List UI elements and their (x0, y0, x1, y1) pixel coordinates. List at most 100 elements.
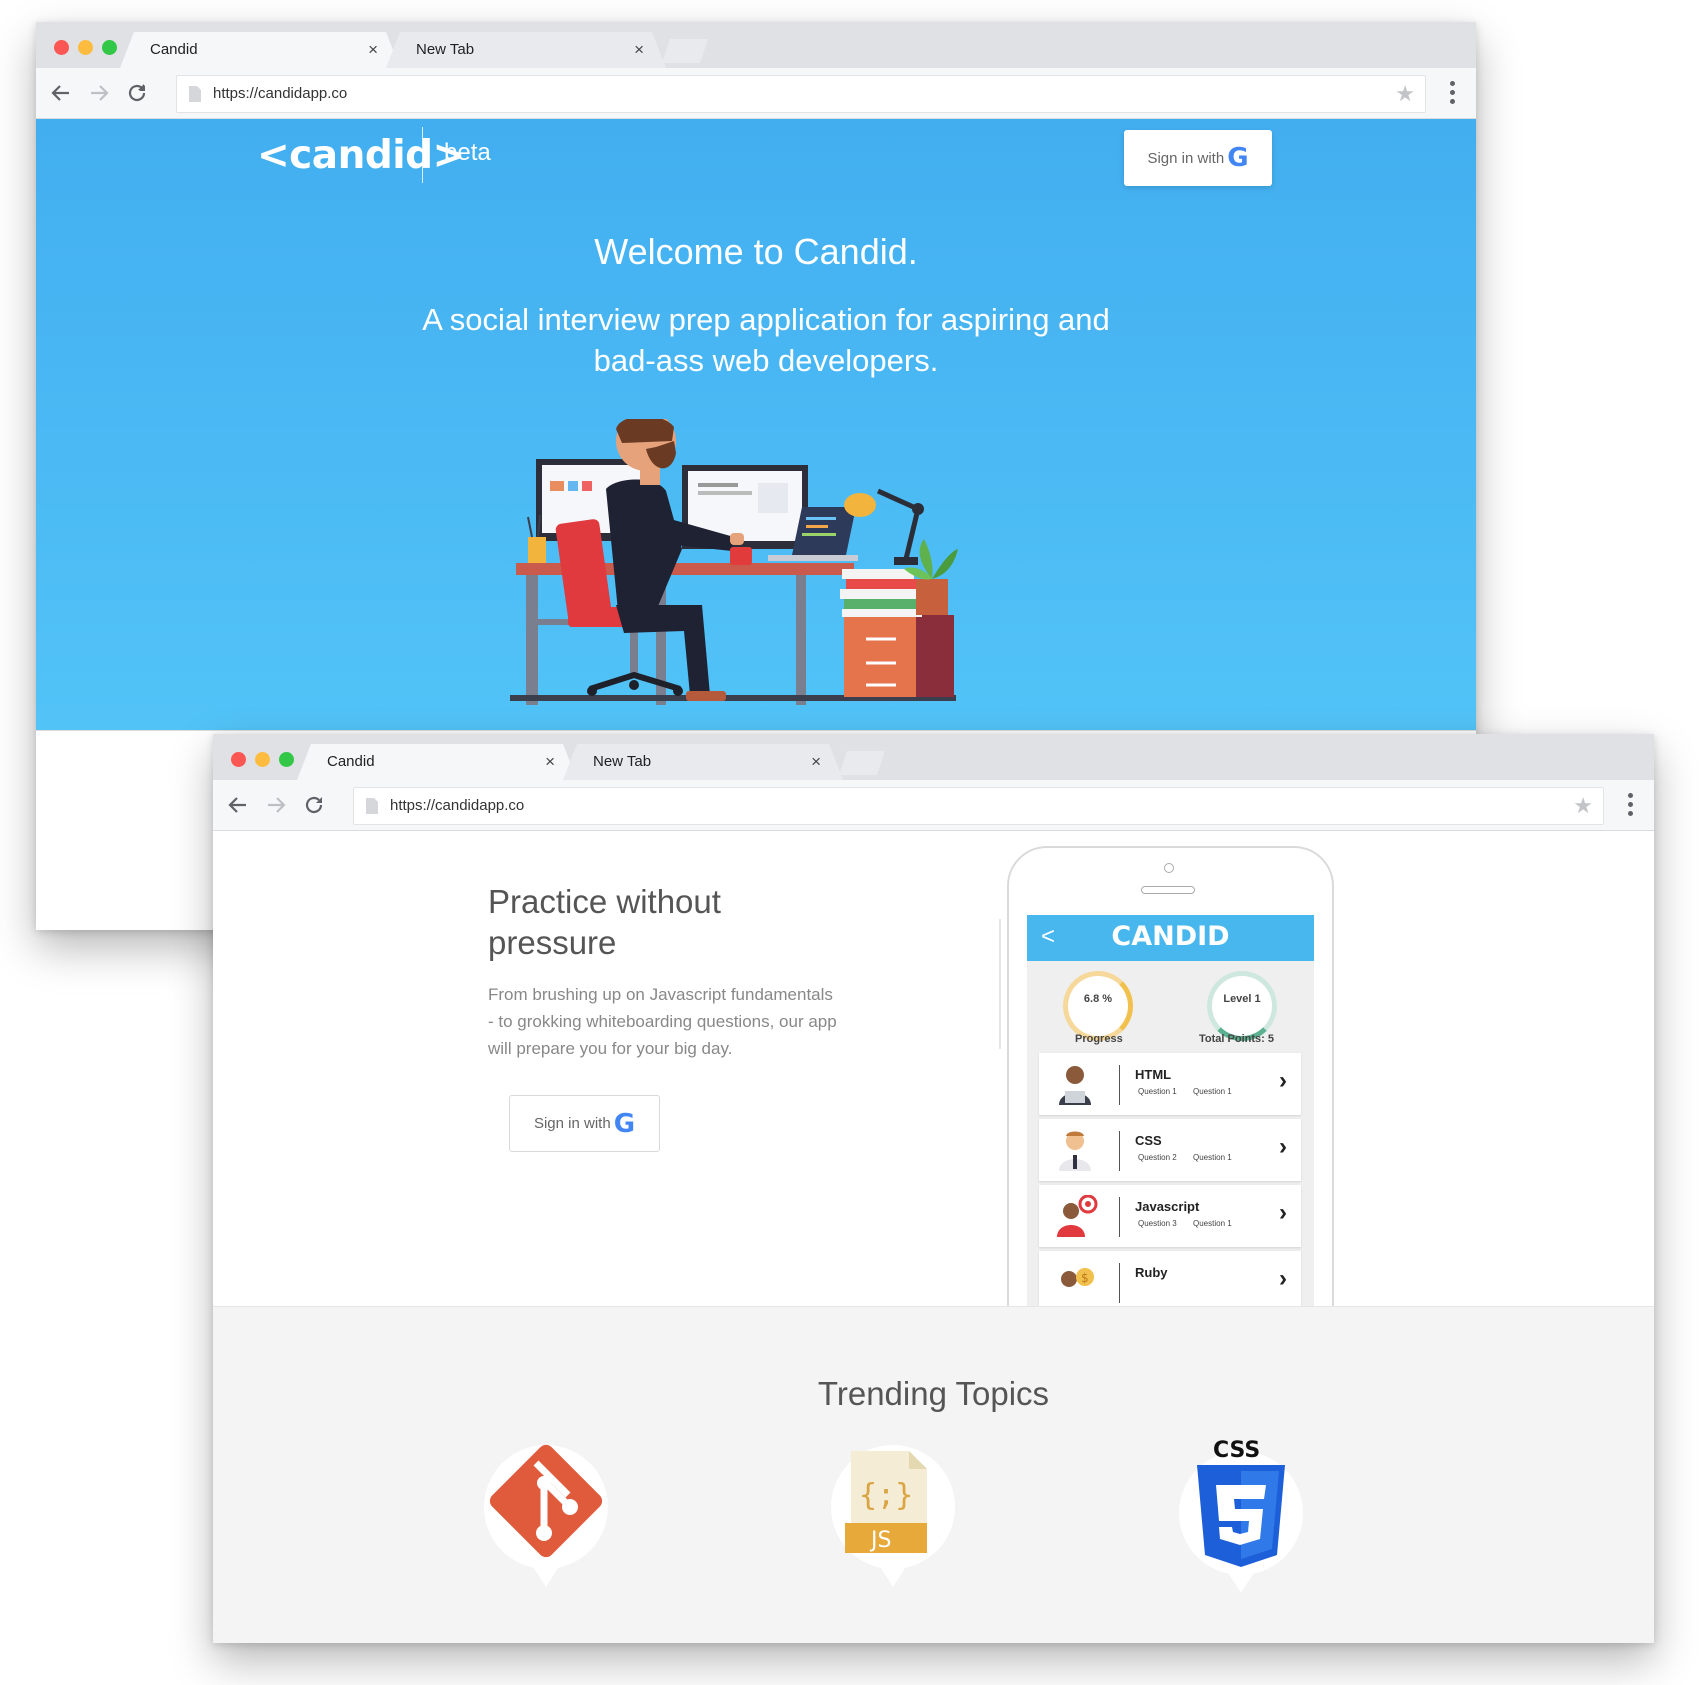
topic-question: Question 1 (1193, 1153, 1232, 1162)
progress-value: 6.8 % (1083, 993, 1113, 1005)
tab-strip: Candid × New Tab × (36, 22, 1476, 68)
topic-card-css[interactable]: CSS Question 2 Question 1 › (1039, 1119, 1301, 1181)
tab-title: New Tab (416, 41, 475, 58)
target-avatar-icon (1057, 1195, 1098, 1237)
beta-label: beta (444, 139, 491, 166)
topic-question: Question 2 (1138, 1153, 1177, 1162)
bookmark-star-icon[interactable]: ★ (1573, 795, 1593, 817)
browser-menu-icon[interactable] (1450, 81, 1456, 105)
chevron-right-icon: › (1279, 1199, 1287, 1226)
css3-icon[interactable]: CSS (1171, 1437, 1311, 1607)
address-bar: https://candidapp.co ★ (213, 780, 1654, 831)
close-window-button[interactable] (54, 40, 69, 55)
topic-card-javascript[interactable]: Javascript Question 3 Question 1 › (1039, 1185, 1301, 1247)
tab-candid[interactable]: Candid × (120, 32, 400, 68)
minimize-window-button[interactable] (255, 752, 270, 767)
maximize-window-button[interactable] (102, 40, 117, 55)
url-text: https://candidapp.co (390, 797, 525, 814)
js-file-label: {;} (859, 1478, 913, 1513)
forward-arrow-icon[interactable] (87, 81, 111, 105)
level-value: Level 1 (1223, 993, 1261, 1005)
feature-section: Practice without pressure From brushing … (213, 831, 1654, 1306)
page-icon (366, 798, 378, 814)
reload-icon[interactable] (302, 793, 326, 817)
topic-card-ruby[interactable]: $ Ruby › (1039, 1251, 1301, 1306)
sign-in-google-button[interactable]: Sign in with G (509, 1095, 660, 1152)
chevron-right-icon: › (1279, 1133, 1287, 1160)
hero-section: <candid> beta Sign in with G Welcome to … (36, 119, 1476, 730)
tab-new-tab[interactable]: New Tab × (563, 744, 843, 780)
businessman-avatar-icon (1059, 1131, 1091, 1171)
maximize-window-button[interactable] (279, 752, 294, 767)
reload-icon[interactable] (125, 81, 149, 105)
tab-close-icon[interactable]: × (368, 32, 378, 68)
google-logo-icon: G (613, 1108, 636, 1139)
coin-avatar-icon: $ (1061, 1268, 1094, 1287)
svg-text:$: $ (1081, 1271, 1089, 1285)
new-tab-button[interactable] (839, 751, 885, 775)
bookmark-star-icon[interactable]: ★ (1395, 83, 1415, 105)
url-text: https://candidapp.co (213, 85, 348, 102)
phone-speaker (1141, 886, 1195, 894)
javascript-icon[interactable]: {;} JS (823, 1437, 963, 1607)
browser-menu-icon[interactable] (1628, 793, 1634, 817)
tab-title: New Tab (593, 753, 652, 770)
progress-ring: 6.8 % (1063, 971, 1133, 1041)
back-arrow-icon[interactable] (49, 81, 73, 105)
card-divider (1119, 1263, 1120, 1303)
topic-name: HTML (1135, 1067, 1172, 1082)
hero-subtitle: A social interview prep application for … (422, 302, 1110, 378)
topic-name: Javascript (1135, 1199, 1200, 1214)
back-arrow-icon[interactable] (226, 793, 250, 817)
topic-name: Ruby (1135, 1265, 1168, 1280)
tab-close-icon[interactable]: × (545, 744, 555, 780)
tab-new-tab[interactable]: New Tab × (386, 32, 666, 68)
js-badge: JS (869, 1528, 891, 1553)
topic-question: Question 1 (1138, 1087, 1177, 1096)
sign-in-label: Sign in with (533, 1115, 611, 1132)
logo-divider (422, 127, 423, 183)
browser-window-front: Candid × New Tab × https://candidapp.co … (213, 734, 1654, 1643)
app-header: < CANDID (1027, 915, 1314, 961)
url-input[interactable]: https://candidapp.co ★ (353, 787, 1604, 825)
tab-close-icon[interactable]: × (811, 744, 821, 780)
card-divider (1119, 1131, 1120, 1171)
progress-label: Progress (1075, 1033, 1123, 1045)
address-bar: https://candidapp.co ★ (36, 68, 1476, 119)
tab-title: Candid (150, 41, 198, 58)
tab-close-icon[interactable]: × (634, 32, 644, 68)
app-logo: CANDID (1111, 921, 1230, 952)
phone-camera (1164, 863, 1174, 873)
close-window-button[interactable] (231, 752, 246, 767)
new-tab-button[interactable] (662, 39, 708, 63)
card-divider (1119, 1197, 1120, 1237)
trending-title: Trending Topics (817, 1375, 1050, 1412)
feature-title: Practice without pressure (488, 883, 721, 961)
level-ring: Level 1 (1207, 971, 1277, 1041)
chevron-right-icon: › (1279, 1067, 1287, 1094)
google-logo-icon: G (1227, 143, 1249, 173)
git-icon[interactable] (476, 1437, 616, 1607)
page-icon (189, 86, 201, 102)
phone-mockup: < CANDID 6.8 % Progress Level 1 Total Po… (1007, 846, 1334, 1306)
window-controls (54, 40, 117, 55)
tab-candid[interactable]: Candid × (297, 744, 577, 780)
topic-question: Question 1 (1193, 1087, 1232, 1096)
developer-desk-illustration (510, 419, 958, 705)
forward-arrow-icon[interactable] (264, 793, 288, 817)
topic-name: CSS (1135, 1133, 1162, 1148)
tab-title: Candid (327, 753, 375, 770)
chevron-right-icon: › (1279, 1265, 1287, 1292)
topic-card-html[interactable]: HTML Question 1 Question 1 › (1039, 1053, 1301, 1115)
developer-avatar-icon (1059, 1066, 1091, 1105)
topic-question: Question 1 (1193, 1219, 1232, 1228)
minimize-window-button[interactable] (78, 40, 93, 55)
css-label: CSS (1213, 1438, 1260, 1463)
topic-question: Question 3 (1138, 1219, 1177, 1228)
phone-screen: < CANDID 6.8 % Progress Level 1 Total Po… (1027, 915, 1314, 1306)
feature-description: From brushing up on Javascript fundament… (488, 985, 837, 1058)
sign-in-google-button[interactable]: Sign in with G (1124, 130, 1272, 186)
candid-logo[interactable]: <candid> (257, 133, 465, 178)
hero-title: Welcome to Candid. (594, 231, 918, 272)
url-input[interactable]: https://candidapp.co ★ (176, 75, 1426, 113)
